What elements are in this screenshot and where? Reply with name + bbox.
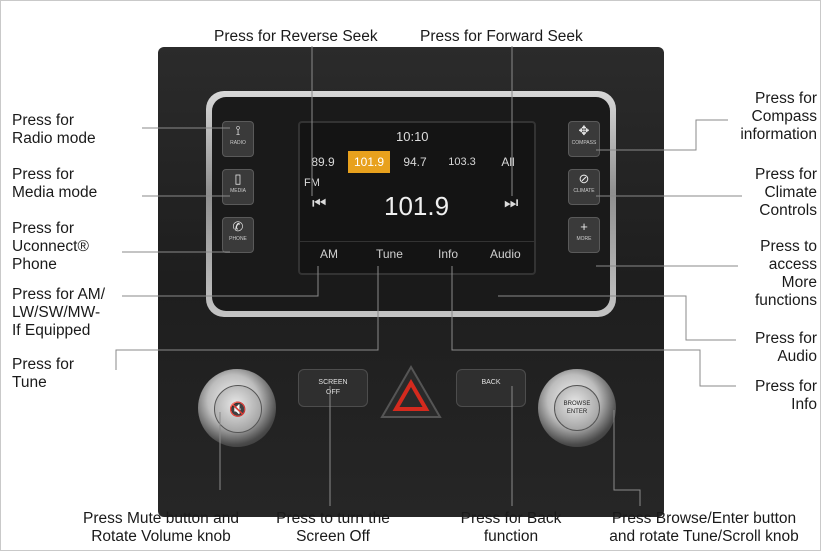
label-info: Press for Info [754, 378, 817, 413]
label-tune: Press for Tune [12, 356, 75, 391]
leader-tune [115, 266, 379, 370]
label-forward-seek: Press for Forward Seek [420, 28, 583, 45]
leader-lines [115, 46, 742, 506]
label-am-lw: Press for AM/ LW/SW/MW- If Equipped [12, 286, 106, 339]
label-browse-enter: Press Browse/Enter button and rotate Tun… [609, 510, 799, 545]
label-compass: Press for Compass information [740, 90, 817, 143]
label-more: Press to access More functions [754, 238, 817, 309]
label-reverse-seek: Press for Reverse Seek [214, 28, 378, 45]
label-uconnect-phone: Press for Uconnect® Phone [12, 220, 89, 273]
label-media-mode: Press for Media mode [12, 166, 98, 201]
leader-am [122, 266, 319, 297]
label-climate: Press for Climate Controls [754, 166, 817, 219]
leader-audio [498, 295, 736, 341]
label-screen-off: Press to turn the Screen Off [276, 510, 390, 545]
leader-info [451, 266, 736, 387]
label-mute-volume: Press Mute button and Rotate Volume knob [83, 510, 239, 545]
label-back: Press for Back function [460, 510, 562, 545]
leader-compass [596, 119, 728, 151]
leader-browse [613, 410, 641, 506]
label-audio: Press for Audio [754, 330, 817, 365]
label-radio-mode: Press for Radio mode [12, 112, 96, 147]
